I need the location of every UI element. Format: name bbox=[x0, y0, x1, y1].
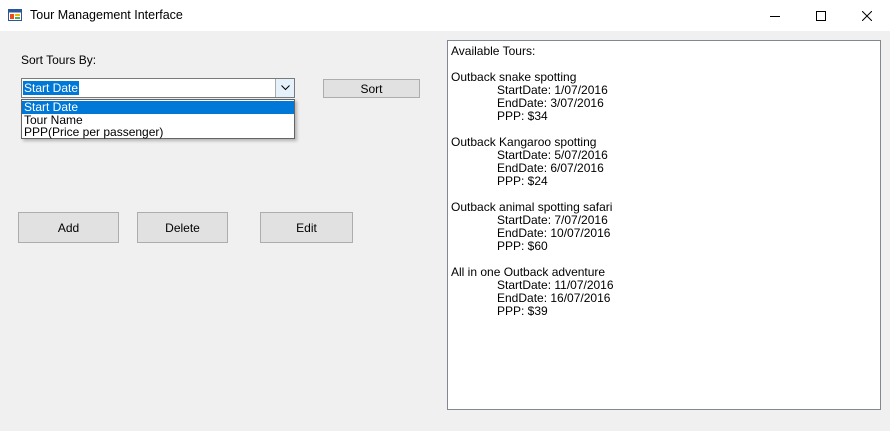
tour-ppp: PPP: $60 bbox=[497, 239, 548, 253]
minimize-button[interactable] bbox=[752, 0, 798, 31]
title-bar: Tour Management Interface bbox=[0, 0, 890, 31]
dropdown-button[interactable] bbox=[275, 79, 294, 97]
app-window-icon bbox=[8, 9, 22, 21]
sort-label: Sort Tours By: bbox=[21, 53, 97, 67]
close-icon bbox=[862, 10, 872, 21]
available-tours-listbox[interactable]: Available Tours: Outback snake spotting … bbox=[447, 40, 881, 410]
sort-options-list[interactable]: Start Date Tour Name PPP(Price per passe… bbox=[21, 99, 295, 139]
sort-option-ppp[interactable]: PPP(Price per passenger) bbox=[22, 126, 294, 139]
maximize-button[interactable] bbox=[798, 0, 844, 31]
sort-selected-value[interactable]: Start Date bbox=[23, 81, 80, 95]
close-button[interactable] bbox=[844, 0, 890, 31]
maximize-icon bbox=[816, 10, 826, 21]
sort-button[interactable]: Sort bbox=[323, 79, 420, 98]
window-title: Tour Management Interface bbox=[30, 8, 183, 22]
tour-ppp: PPP: $39 bbox=[497, 304, 548, 318]
tours-header: Available Tours: bbox=[451, 44, 536, 58]
tour-ppp: PPP: $24 bbox=[497, 174, 548, 188]
sort-combobox[interactable]: Start Date bbox=[21, 78, 295, 98]
delete-button[interactable]: Delete bbox=[137, 212, 228, 243]
tour-ppp: PPP: $34 bbox=[497, 109, 548, 123]
minimize-icon bbox=[770, 15, 780, 17]
chevron-down-icon bbox=[280, 85, 290, 91]
add-button[interactable]: Add bbox=[18, 212, 119, 243]
edit-button[interactable]: Edit bbox=[260, 212, 353, 243]
